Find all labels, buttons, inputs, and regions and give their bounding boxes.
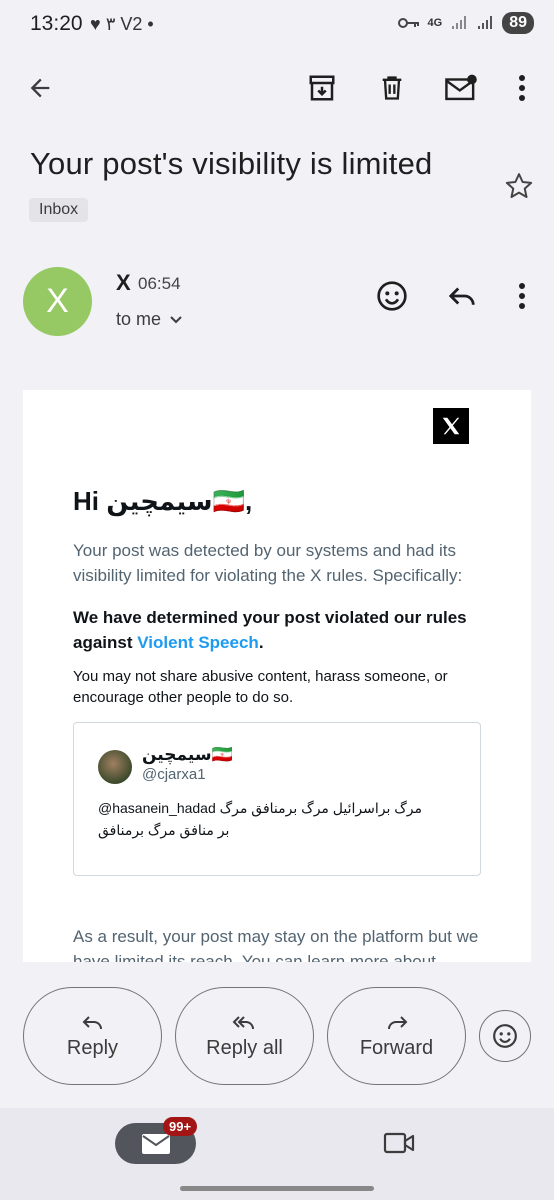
- reply-icon: [82, 1015, 102, 1029]
- emoji-icon: [377, 281, 407, 311]
- delete-button[interactable]: [374, 70, 410, 106]
- more-options-button[interactable]: [508, 70, 536, 106]
- reply-icon: [448, 287, 475, 305]
- chevron-down-icon: [170, 315, 182, 323]
- battery-indicator: 89: [502, 12, 534, 34]
- x-logo-icon: [442, 417, 460, 435]
- violation-suffix: .: [258, 633, 264, 652]
- react-button[interactable]: [479, 1010, 531, 1062]
- reply-label: Reply: [66, 1036, 119, 1059]
- sender-avatar[interactable]: X: [23, 267, 92, 336]
- nav-meet-tab[interactable]: [380, 1126, 418, 1160]
- post-author-name: سیمچین🇮🇷: [142, 745, 233, 764]
- quoted-post[interactable]: سیمچین🇮🇷 @cjarxa1 @hasanein_hadad مرگ بر…: [73, 722, 481, 876]
- email-body: Hi سیمچین🇮🇷, Your post was detected by o…: [23, 390, 531, 962]
- x-logo: [433, 408, 469, 444]
- more-vert-icon: [519, 283, 525, 309]
- home-indicator[interactable]: [180, 1186, 374, 1191]
- emoji-icon: [493, 1024, 517, 1048]
- star-button[interactable]: [503, 170, 535, 202]
- network-type: 4G: [427, 17, 443, 29]
- reply-icon-button[interactable]: [444, 278, 480, 314]
- post-text: @hasanein_hadad مرگ براسرائیل مرگ برمناف…: [98, 800, 423, 838]
- trash-icon: [382, 76, 402, 100]
- reply-all-button[interactable]: Reply all: [175, 987, 314, 1085]
- recipient-label: to me: [116, 309, 162, 329]
- add-reaction-button[interactable]: [374, 278, 410, 314]
- reply-all-icon: [232, 1015, 254, 1029]
- body-paragraph-4: As a result, your post may stay on the p…: [73, 927, 479, 962]
- back-arrow-icon: [30, 78, 50, 98]
- post-author-avatar: [98, 750, 132, 784]
- violent-speech-link[interactable]: Violent Speech: [137, 633, 259, 652]
- body-paragraph-3: You may not share abusive content, haras…: [73, 668, 448, 706]
- forward-button[interactable]: Forward: [327, 987, 466, 1085]
- mail-icon: [141, 1133, 170, 1154]
- signal-icon-2: [478, 16, 493, 29]
- archive-button[interactable]: [304, 70, 340, 106]
- recipient-toggle[interactable]: to me: [116, 309, 183, 330]
- star-icon: [505, 173, 533, 198]
- label-chip[interactable]: Inbox: [29, 198, 89, 222]
- forward-label: Forward: [359, 1036, 434, 1059]
- more-vert-icon: [519, 75, 525, 101]
- greeting: Hi سیمچین🇮🇷,: [73, 486, 253, 516]
- signal-icon-1: [452, 16, 467, 29]
- violation-text: We have determined your post violated ou…: [73, 608, 467, 652]
- video-camera-icon: [383, 1132, 415, 1154]
- message-more-button[interactable]: [508, 278, 536, 314]
- forward-icon: [387, 1015, 407, 1029]
- post-author-handle: @cjarxa1: [142, 766, 206, 783]
- email-time: 06:54: [138, 274, 181, 293]
- archive-icon: [309, 75, 335, 101]
- mark-unread-button[interactable]: [442, 70, 480, 106]
- reply-button[interactable]: Reply: [23, 987, 162, 1085]
- sender-name: X: [116, 270, 131, 295]
- back-button[interactable]: [22, 70, 58, 106]
- vpn-key-icon: [397, 18, 419, 28]
- body-paragraph-2: We have determined your post violated ou…: [73, 605, 483, 655]
- reply-all-label: Reply all: [206, 1036, 283, 1059]
- status-indicators: ♥ ۳ V2 •: [90, 14, 154, 34]
- body-paragraph-1: Your post was detected by our systems an…: [73, 541, 463, 585]
- status-right: 4G 89: [397, 12, 534, 34]
- email-subject: Your post's visibility is limited: [30, 146, 433, 181]
- status-time: 13:20: [30, 12, 83, 35]
- mail-count-badge: 99+: [163, 1117, 198, 1136]
- mail-unread-icon: [445, 74, 477, 101]
